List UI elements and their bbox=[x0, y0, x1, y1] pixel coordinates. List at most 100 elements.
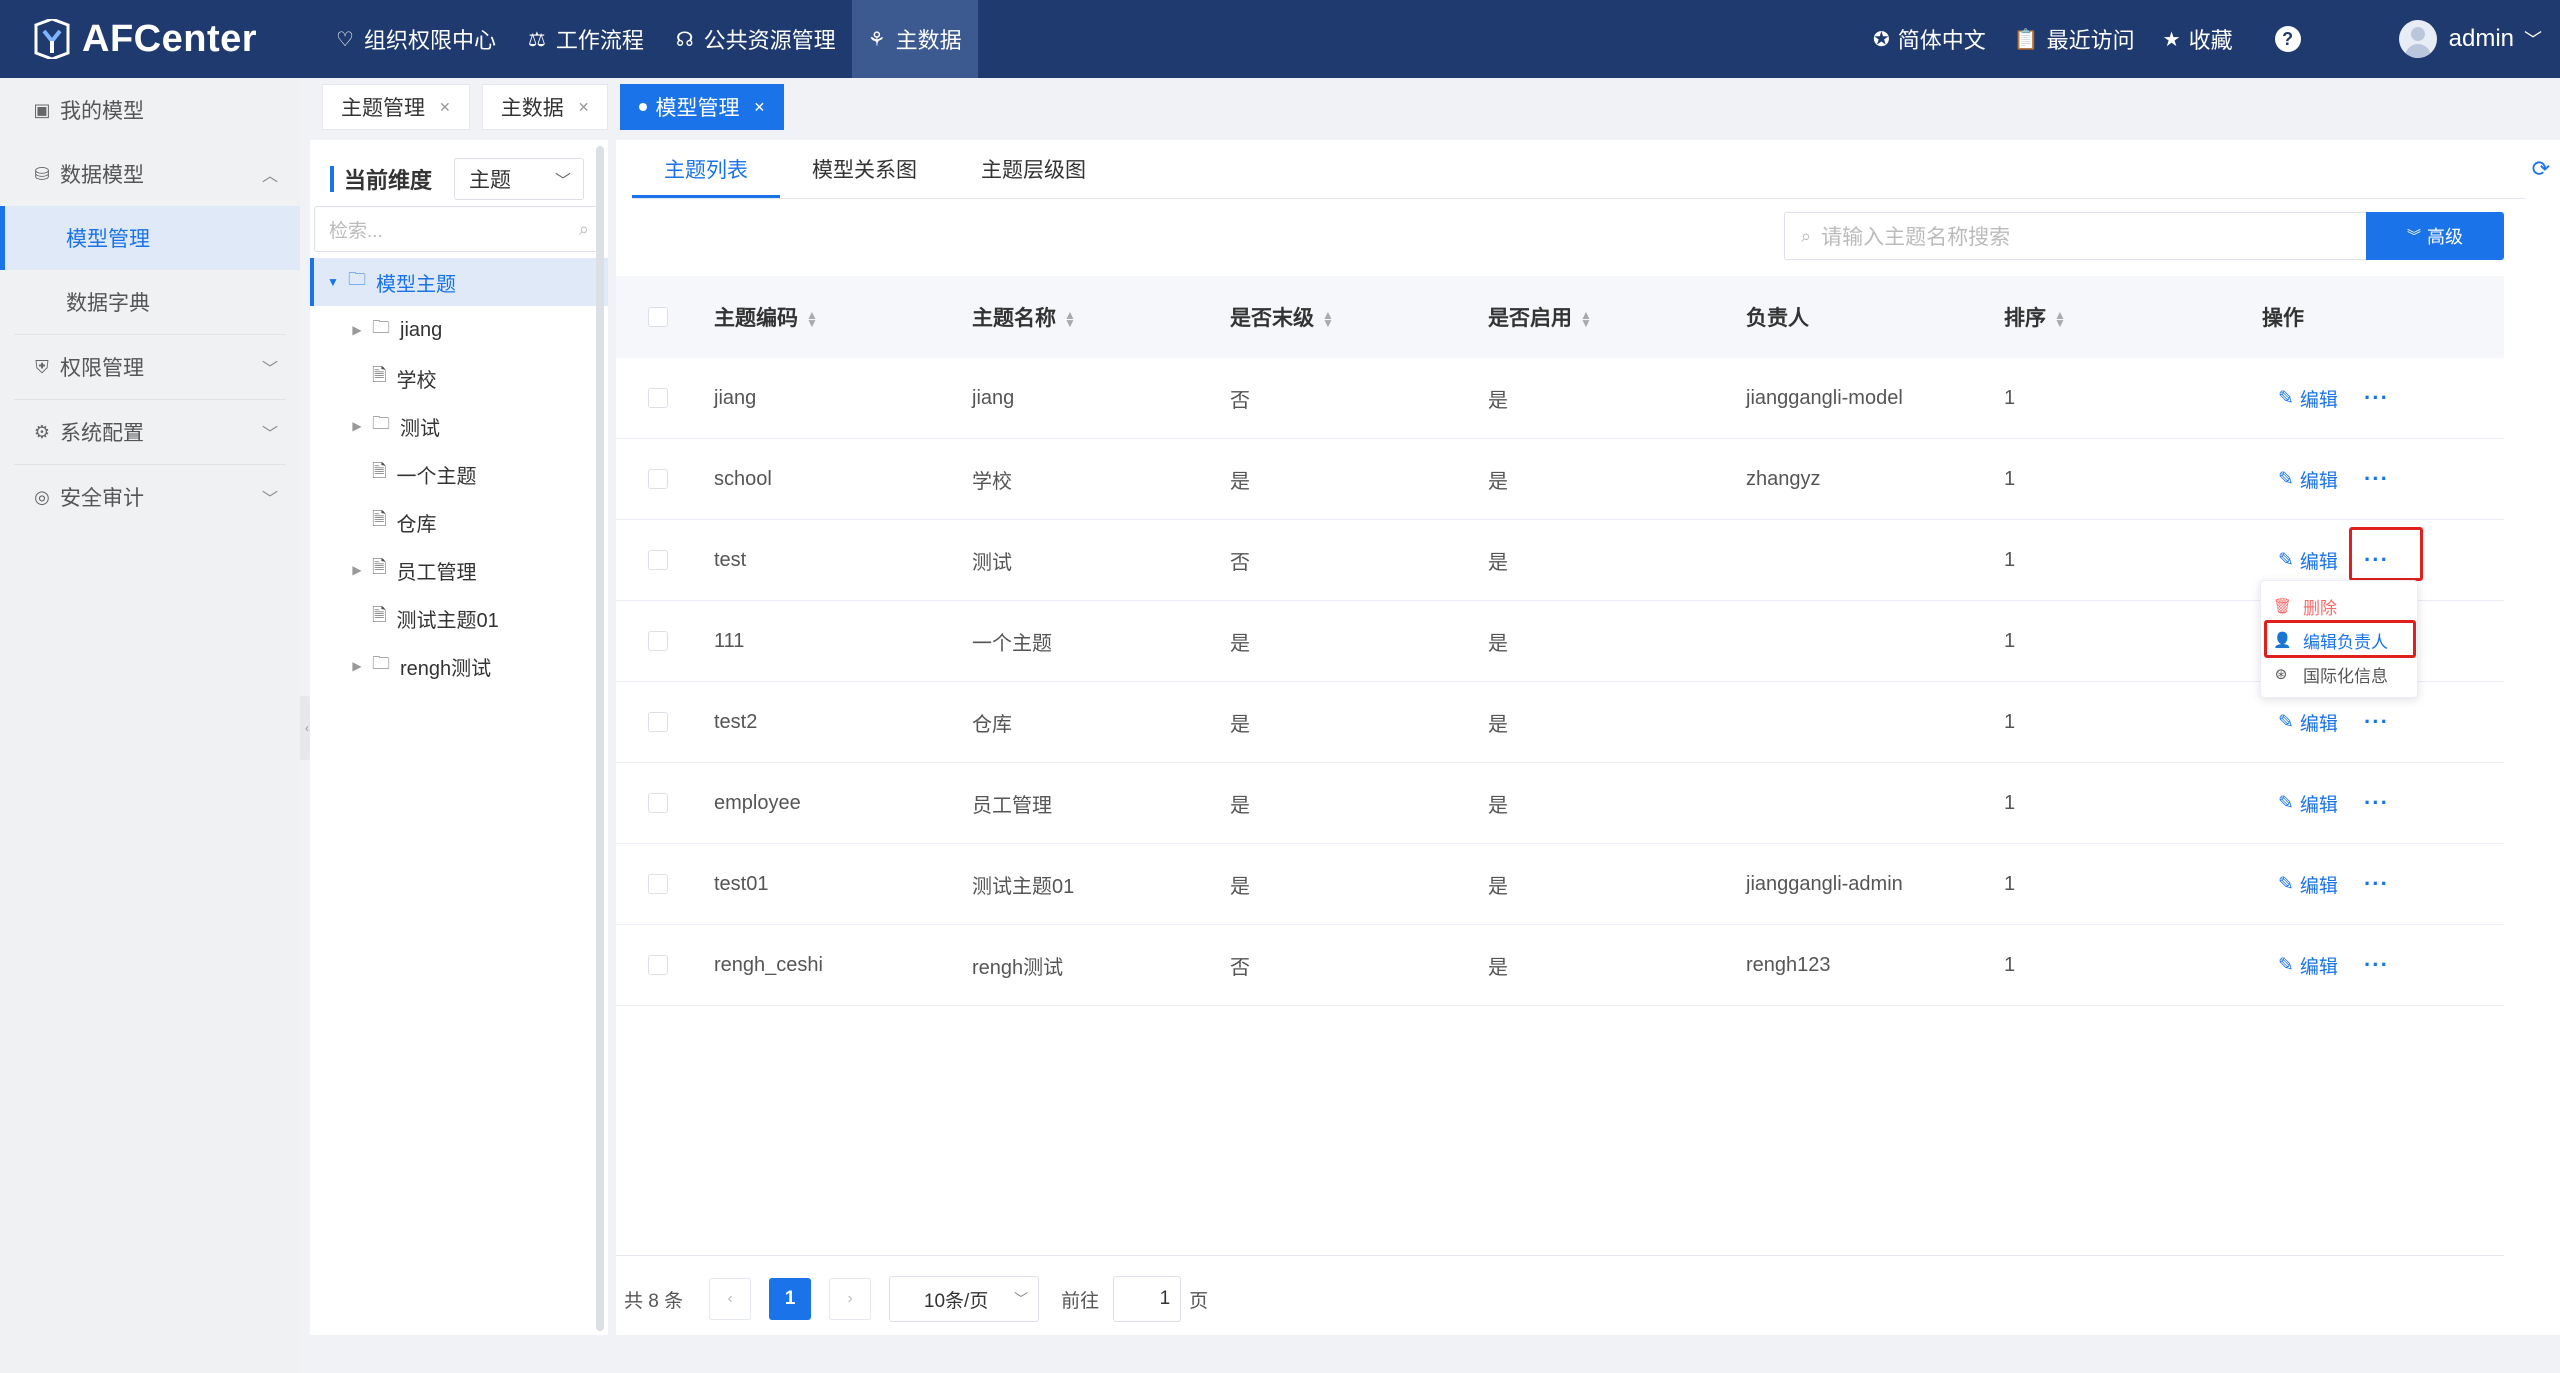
edit-button[interactable]: ✎编辑 bbox=[2278, 952, 2338, 979]
close-icon[interactable]: ✕ bbox=[439, 99, 451, 116]
dropdown-label: 国际化信息 bbox=[2303, 666, 2388, 686]
tree-node[interactable]: 🗎 仓库 bbox=[310, 498, 608, 546]
more-actions-button[interactable]: ··· bbox=[2364, 790, 2389, 816]
edit-button[interactable]: ✎编辑 bbox=[2278, 709, 2338, 736]
cell-enabled: 是 bbox=[1488, 794, 1508, 817]
tab-topic-list[interactable]: 主题列表 bbox=[632, 140, 780, 198]
header-enabled[interactable]: 是否启用 ▲ ▼ bbox=[1488, 302, 1746, 332]
tree-node[interactable]: ▶ 🗎 员工管理 bbox=[310, 546, 608, 594]
prev-page-button[interactable]: ‹ bbox=[709, 1278, 752, 1320]
edit-label: 编辑 bbox=[2299, 956, 2338, 978]
row-checkbox[interactable] bbox=[648, 631, 668, 651]
refresh-icon[interactable]: ⟳ bbox=[2532, 156, 2550, 182]
row-checkbox[interactable] bbox=[648, 712, 668, 732]
sidebar-item-permission[interactable]: ⛨ 权限管理 ﹀ bbox=[0, 335, 300, 399]
next-page-button[interactable]: › bbox=[829, 1278, 872, 1320]
tree-scrollbar[interactable] bbox=[596, 146, 604, 1331]
edit-button[interactable]: ✎编辑 bbox=[2278, 547, 2338, 574]
sidebar-item-my-model[interactable]: ▣ 我的模型 bbox=[0, 78, 300, 142]
recent-visits[interactable]: 📋 最近访问 bbox=[2014, 23, 2135, 55]
row-checkbox[interactable] bbox=[648, 874, 668, 894]
sidebar-item-system-config[interactable]: ⚙ 系统配置 ﹀ bbox=[0, 400, 300, 464]
nav-item-resources[interactable]: ☊ 公共资源管理 bbox=[660, 0, 852, 78]
header-name[interactable]: 主题名称 ▲ ▼ bbox=[972, 302, 1230, 332]
goto-page-input[interactable]: 1 bbox=[1113, 1276, 1182, 1322]
caret-right-icon[interactable]: ▶ bbox=[348, 323, 366, 337]
tree-node[interactable]: 🗎 一个主题 bbox=[310, 450, 608, 498]
tab-model-management[interactable]: 模型管理 ✕ bbox=[620, 84, 785, 130]
dimension-label: 当前维度 bbox=[344, 168, 433, 193]
help-icon[interactable]: ? bbox=[2274, 26, 2301, 52]
more-actions-button[interactable]: ··· bbox=[2364, 385, 2389, 411]
advanced-search-button[interactable]: ︾ 高级 bbox=[2366, 212, 2504, 260]
tree-node[interactable]: 🗎 测试主题01 bbox=[310, 594, 608, 642]
tree-node[interactable]: ▶ 🗀 测试 bbox=[310, 402, 608, 450]
sort-icon[interactable]: ▲ ▼ bbox=[2054, 309, 2066, 329]
tab-topic-hierarchy[interactable]: 主题层级图 bbox=[949, 140, 1118, 198]
dropdown-item-i18n[interactable]: ⊛ 国际化信息 bbox=[2261, 657, 2417, 691]
more-actions-button[interactable]: ··· bbox=[2364, 466, 2389, 492]
table-row: test2 仓库 是 是 1 ✎ 编辑 ··· bbox=[616, 682, 2504, 763]
caret-right-icon[interactable]: ▶ bbox=[348, 659, 366, 673]
sidebar-item-data-model[interactable]: ⛁ 数据模型 ︿ bbox=[0, 142, 300, 206]
sidebar-item-security-audit[interactable]: ◎ 安全审计 ﹀ bbox=[0, 465, 300, 529]
row-checkbox[interactable] bbox=[648, 388, 668, 408]
caret-down-icon[interactable]: ▼ bbox=[324, 275, 342, 289]
row-checkbox[interactable] bbox=[648, 793, 668, 813]
select-all-checkbox[interactable] bbox=[648, 307, 668, 327]
row-checkbox[interactable] bbox=[648, 955, 668, 975]
pencil-icon: ✎ bbox=[2278, 549, 2294, 571]
sidebar-item-data-dictionary[interactable]: 数据字典 bbox=[0, 270, 300, 334]
tab-label: 主题管理 bbox=[341, 97, 425, 120]
close-icon[interactable]: ✕ bbox=[578, 99, 590, 116]
caret-right-icon[interactable]: ▶ bbox=[348, 563, 366, 577]
user-menu[interactable]: admin ﹀ bbox=[2398, 20, 2542, 58]
page-size-select[interactable]: 10条/页 ﹀ bbox=[889, 1276, 1040, 1322]
dropdown-item-delete[interactable]: 🗑 删除 bbox=[2261, 589, 2417, 623]
nav-item-org[interactable]: ♡ 组织权限中心 bbox=[320, 0, 512, 78]
audit-icon: ◎ bbox=[34, 486, 50, 507]
edit-button[interactable]: ✎编辑 bbox=[2278, 790, 2338, 817]
favorites[interactable]: ★ 收藏 bbox=[2163, 23, 2233, 55]
dropdown-label: 删除 bbox=[2303, 598, 2337, 618]
edit-button[interactable]: ✎编辑 bbox=[2278, 385, 2338, 412]
header-leaf[interactable]: 是否末级 ▲ ▼ bbox=[1230, 302, 1488, 332]
search-icon: ⌕ bbox=[1801, 225, 1812, 246]
nav-item-masterdata[interactable]: ⚘ 主数据 bbox=[851, 0, 978, 78]
tab-topic-management[interactable]: 主题管理 ✕ bbox=[322, 84, 470, 130]
row-checkbox[interactable] bbox=[648, 469, 668, 489]
row-checkbox[interactable] bbox=[648, 550, 668, 570]
dimension-select[interactable]: 主题 ﹀ bbox=[454, 158, 584, 200]
topic-search-input[interactable]: ⌕ 请输入主题名称搜索 bbox=[1784, 212, 2370, 260]
more-actions-button[interactable]: ··· bbox=[2364, 952, 2389, 978]
sort-icon[interactable]: ▲ ▼ bbox=[1064, 309, 1076, 329]
more-actions-button[interactable]: ··· bbox=[2364, 709, 2389, 735]
tab-master-data[interactable]: 主数据 ✕ bbox=[481, 84, 609, 130]
cell-code: rengh_ceshi bbox=[714, 953, 823, 976]
cell-order: 1 bbox=[2004, 548, 2016, 571]
sort-icon[interactable]: ▲ ▼ bbox=[1580, 309, 1592, 329]
tree-node-root[interactable]: ▼ 🗀 模型主题 bbox=[310, 258, 608, 306]
more-actions-button[interactable]: ··· bbox=[2364, 871, 2389, 897]
header-actions: 操作 bbox=[2262, 307, 2304, 330]
tree-node[interactable]: ▶ 🗀 jiang bbox=[310, 306, 608, 354]
header-code[interactable]: 主题编码 ▲ ▼ bbox=[714, 302, 972, 332]
nav-item-workflow[interactable]: ⚖ 工作流程 bbox=[512, 0, 660, 78]
logo[interactable]: AFCenter bbox=[0, 0, 320, 78]
header-order[interactable]: 排序 ▲ ▼ bbox=[2004, 302, 2262, 332]
chevron-down-icon: ﹀ bbox=[261, 361, 278, 378]
tree-search-input[interactable]: 检索... ⌕ bbox=[314, 206, 600, 252]
sort-icon[interactable]: ▲ ▼ bbox=[806, 309, 818, 329]
edit-button[interactable]: ✎编辑 bbox=[2278, 466, 2338, 493]
language-switch[interactable]: ✪ 简体中文 bbox=[1873, 23, 1986, 55]
close-icon[interactable]: ✕ bbox=[753, 99, 765, 116]
page-number-current[interactable]: 1 bbox=[769, 1278, 812, 1320]
tab-model-relation[interactable]: 模型关系图 bbox=[780, 140, 949, 198]
sidebar-item-model-management[interactable]: 模型管理 bbox=[0, 206, 300, 270]
clipboard-icon: 📋 bbox=[2013, 28, 2039, 51]
edit-button[interactable]: ✎编辑 bbox=[2278, 871, 2338, 898]
sort-icon[interactable]: ▲ ▼ bbox=[1322, 309, 1334, 329]
tree-node[interactable]: ▶ 🗀 rengh测试 bbox=[310, 642, 608, 690]
caret-right-icon[interactable]: ▶ bbox=[348, 419, 366, 433]
tree-node[interactable]: 🗎 学校 bbox=[310, 354, 608, 402]
